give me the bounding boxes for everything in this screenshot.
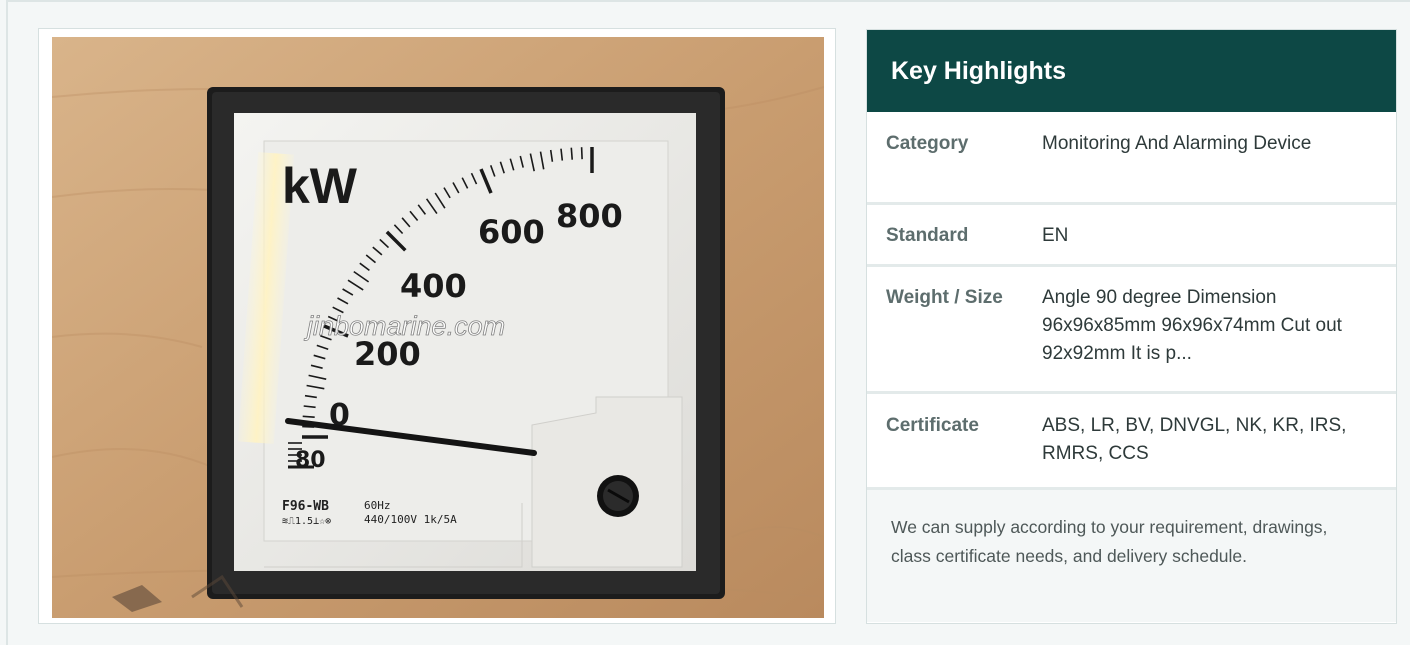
scale-label-600: 600 xyxy=(478,213,545,251)
highlight-row-category: Category Monitoring And Alarming Device xyxy=(867,112,1396,205)
product-image-card: kW 80 0 200 400 600 800 jinbomarine.com xyxy=(38,28,836,624)
highlight-row-weight-size: Weight / Size Angle 90 degree Dimension … xyxy=(867,267,1396,394)
highlights-title: Key Highlights xyxy=(867,30,1396,112)
highlight-value: Monitoring And Alarming Device xyxy=(1042,133,1312,154)
highlight-value: Angle 90 degree Dimension 96x96x85mm 96x… xyxy=(1042,287,1342,364)
scale-label-80: 80 xyxy=(295,448,326,473)
unit-label: kW xyxy=(282,158,358,214)
highlight-row-certificate: Certificate ABS, LR, BV, DNVGL, NK, KR, … xyxy=(867,394,1396,490)
highlight-row-standard: Standard EN xyxy=(867,205,1396,267)
highlight-key: Category xyxy=(886,133,969,154)
symbols-label: ≋⎍1.5⊥☆⊗ xyxy=(282,516,331,527)
key-highlights-panel: Key Highlights Category Monitoring And A… xyxy=(866,29,1397,624)
highlight-value: ABS, LR, BV, DNVGL, NK, KR, IRS, RMRS, C… xyxy=(1042,415,1347,464)
product-section: kW 80 0 200 400 600 800 jinbomarine.com xyxy=(6,0,1410,645)
scale-tick xyxy=(302,415,315,418)
model-label: F96-WB xyxy=(282,499,329,514)
scale-label-400: 400 xyxy=(400,267,467,305)
rating-label: 440/100V 1k/5A xyxy=(364,513,457,526)
highlight-key: Weight / Size xyxy=(886,287,1003,308)
scale-tick xyxy=(570,147,573,160)
product-photo[interactable]: kW 80 0 200 400 600 800 jinbomarine.com xyxy=(52,37,824,618)
highlight-value: EN xyxy=(1042,225,1069,246)
watermark: jinbomarine.com xyxy=(303,311,505,341)
frequency-label: 60Hz xyxy=(364,499,391,512)
highlight-key: Standard xyxy=(886,225,969,246)
highlight-key: Certificate xyxy=(886,415,979,436)
scale-tick xyxy=(580,147,583,160)
scale-label-800: 800 xyxy=(556,197,623,235)
supply-note: We can supply according to your requirem… xyxy=(867,490,1396,622)
